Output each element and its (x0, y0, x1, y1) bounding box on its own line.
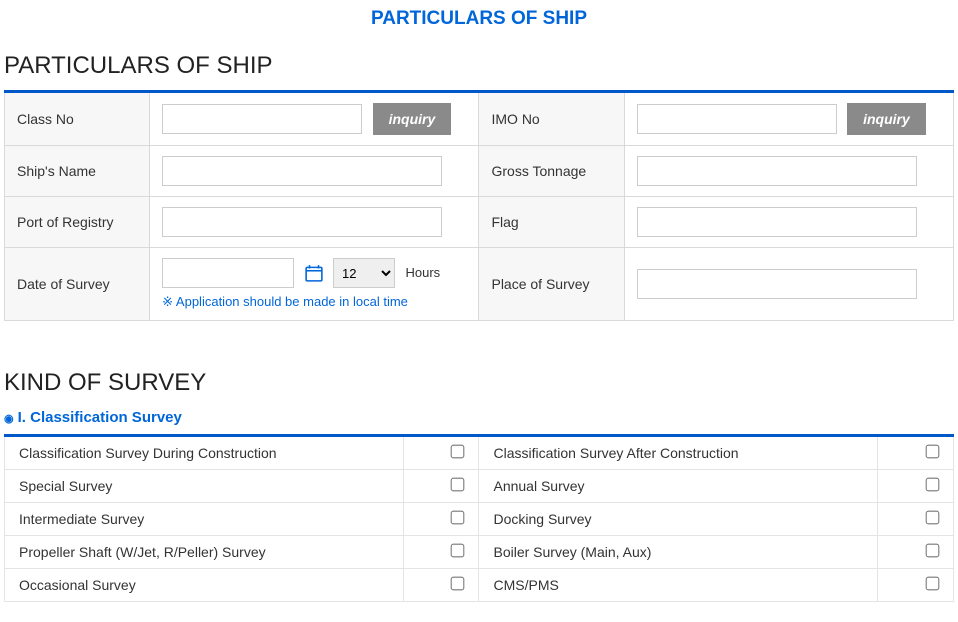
survey-item-label: Classification Survey During Constructio… (5, 436, 404, 470)
calendar-icon[interactable] (305, 264, 323, 282)
label-gross-tonnage: Gross Tonnage (479, 146, 624, 197)
survey-item-label: CMS/PMS (479, 569, 878, 602)
imo-no-input[interactable] (637, 104, 837, 134)
survey-item-label: Boiler Survey (Main, Aux) (479, 536, 878, 569)
hours-select[interactable]: 12 (333, 258, 395, 288)
flag-input[interactable] (637, 207, 917, 237)
label-date-survey: Date of Survey (5, 248, 150, 321)
label-ship-name: Ship's Name (5, 146, 150, 197)
survey-item-label: Classification Survey After Construction (479, 436, 878, 470)
place-survey-input[interactable] (637, 269, 917, 299)
table-row: Propeller Shaft (W/Jet, R/Peller) Survey… (5, 536, 954, 569)
survey-item-label: Propeller Shaft (W/Jet, R/Peller) Survey (5, 536, 404, 569)
class-no-input[interactable] (162, 104, 362, 134)
survey-checkbox[interactable] (926, 544, 940, 558)
survey-checkbox[interactable] (451, 478, 465, 492)
date-survey-input[interactable] (162, 258, 294, 288)
port-registry-input[interactable] (162, 207, 442, 237)
survey-checkbox[interactable] (926, 511, 940, 525)
particulars-heading: PARTICULARS OF SHIP (4, 52, 954, 80)
inquiry-button-imo[interactable]: inquiry (847, 103, 926, 135)
survey-checkbox[interactable] (926, 478, 940, 492)
survey-item-label: Annual Survey (479, 470, 878, 503)
label-place-survey: Place of Survey (479, 248, 624, 321)
table-row: Occasional Survey CMS/PMS (5, 569, 954, 602)
inquiry-button-class[interactable]: inquiry (373, 103, 452, 135)
survey-table: Classification Survey During Constructio… (4, 434, 954, 602)
kind-of-survey-heading: KIND OF SURVEY (4, 369, 954, 397)
table-row: Intermediate Survey Docking Survey (5, 503, 954, 536)
survey-checkbox[interactable] (451, 577, 465, 591)
survey-item-label: Docking Survey (479, 503, 878, 536)
bullet-icon: ◉ (4, 413, 14, 425)
subheading-text: I. Classification Survey (18, 409, 182, 426)
gross-tonnage-input[interactable] (637, 156, 917, 186)
survey-checkbox[interactable] (926, 577, 940, 591)
label-class-no: Class No (5, 92, 150, 146)
page-title: PARTICULARS OF SHIP (4, 8, 954, 30)
classification-survey-subheading: ◉ I. Classification Survey (4, 409, 954, 426)
ship-name-input[interactable] (162, 156, 442, 186)
local-time-note: ※ Application should be made in local ti… (162, 294, 466, 310)
hours-label: Hours (406, 265, 441, 280)
survey-checkbox[interactable] (451, 445, 465, 459)
survey-checkbox[interactable] (451, 544, 465, 558)
survey-item-label: Intermediate Survey (5, 503, 404, 536)
survey-item-label: Occasional Survey (5, 569, 404, 602)
table-row: Special Survey Annual Survey (5, 470, 954, 503)
survey-item-label: Special Survey (5, 470, 404, 503)
label-flag: Flag (479, 197, 624, 248)
label-imo-no: IMO No (479, 92, 624, 146)
survey-checkbox[interactable] (451, 511, 465, 525)
label-port-registry: Port of Registry (5, 197, 150, 248)
particulars-table: Class No inquiry IMO No inquiry Ship's N… (4, 90, 954, 321)
table-row: Classification Survey During Constructio… (5, 436, 954, 470)
survey-checkbox[interactable] (926, 445, 940, 459)
